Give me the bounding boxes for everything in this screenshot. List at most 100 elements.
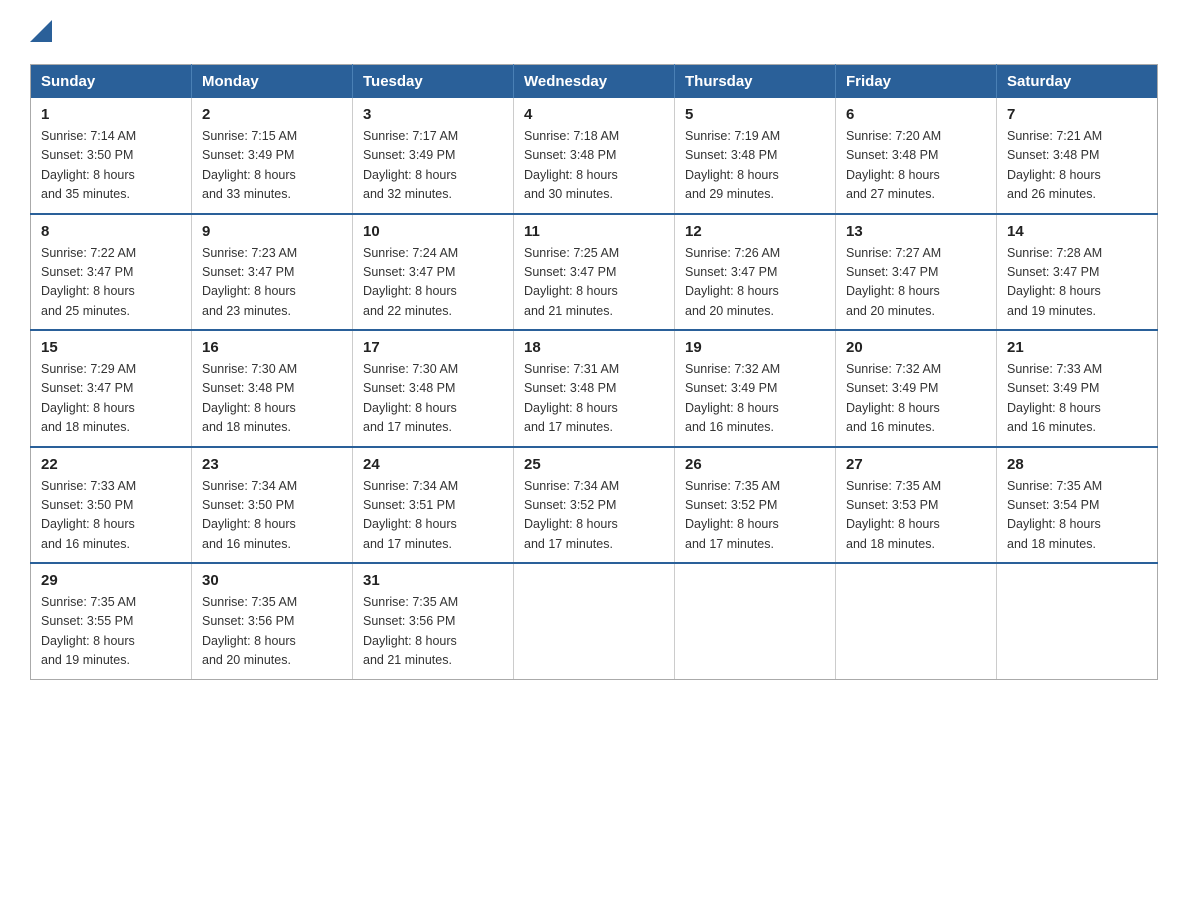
calendar-cell bbox=[997, 563, 1158, 679]
day-number: 12 bbox=[685, 223, 825, 240]
day-number: 6 bbox=[846, 106, 986, 123]
day-info: Sunrise: 7:35 AM Sunset: 3:53 PM Dayligh… bbox=[846, 477, 986, 555]
calendar-cell: 5 Sunrise: 7:19 AM Sunset: 3:48 PM Dayli… bbox=[675, 98, 836, 214]
day-number: 3 bbox=[363, 106, 503, 123]
day-number: 30 bbox=[202, 572, 342, 589]
day-info: Sunrise: 7:25 AM Sunset: 3:47 PM Dayligh… bbox=[524, 244, 664, 322]
header-thursday: Thursday bbox=[675, 65, 836, 99]
logo-icon bbox=[30, 20, 52, 42]
day-number: 17 bbox=[363, 339, 503, 356]
calendar-cell: 28 Sunrise: 7:35 AM Sunset: 3:54 PM Dayl… bbox=[997, 447, 1158, 564]
day-info: Sunrise: 7:18 AM Sunset: 3:48 PM Dayligh… bbox=[524, 127, 664, 205]
calendar-cell: 7 Sunrise: 7:21 AM Sunset: 3:48 PM Dayli… bbox=[997, 98, 1158, 214]
day-info: Sunrise: 7:20 AM Sunset: 3:48 PM Dayligh… bbox=[846, 127, 986, 205]
header-sunday: Sunday bbox=[31, 65, 192, 99]
calendar-body: 1 Sunrise: 7:14 AM Sunset: 3:50 PM Dayli… bbox=[31, 98, 1158, 679]
calendar-cell: 6 Sunrise: 7:20 AM Sunset: 3:48 PM Dayli… bbox=[836, 98, 997, 214]
day-number: 11 bbox=[524, 223, 664, 240]
header-row: SundayMondayTuesdayWednesdayThursdayFrid… bbox=[31, 65, 1158, 99]
day-info: Sunrise: 7:30 AM Sunset: 3:48 PM Dayligh… bbox=[363, 360, 503, 438]
day-info: Sunrise: 7:35 AM Sunset: 3:54 PM Dayligh… bbox=[1007, 477, 1147, 555]
day-info: Sunrise: 7:32 AM Sunset: 3:49 PM Dayligh… bbox=[846, 360, 986, 438]
calendar-cell: 31 Sunrise: 7:35 AM Sunset: 3:56 PM Dayl… bbox=[353, 563, 514, 679]
day-info: Sunrise: 7:21 AM Sunset: 3:48 PM Dayligh… bbox=[1007, 127, 1147, 205]
day-info: Sunrise: 7:27 AM Sunset: 3:47 PM Dayligh… bbox=[846, 244, 986, 322]
day-info: Sunrise: 7:14 AM Sunset: 3:50 PM Dayligh… bbox=[41, 127, 181, 205]
calendar-cell: 25 Sunrise: 7:34 AM Sunset: 3:52 PM Dayl… bbox=[514, 447, 675, 564]
calendar-cell: 29 Sunrise: 7:35 AM Sunset: 3:55 PM Dayl… bbox=[31, 563, 192, 679]
day-info: Sunrise: 7:34 AM Sunset: 3:52 PM Dayligh… bbox=[524, 477, 664, 555]
week-row-1: 1 Sunrise: 7:14 AM Sunset: 3:50 PM Dayli… bbox=[31, 98, 1158, 214]
day-info: Sunrise: 7:34 AM Sunset: 3:50 PM Dayligh… bbox=[202, 477, 342, 555]
week-row-5: 29 Sunrise: 7:35 AM Sunset: 3:55 PM Dayl… bbox=[31, 563, 1158, 679]
day-info: Sunrise: 7:33 AM Sunset: 3:50 PM Dayligh… bbox=[41, 477, 181, 555]
day-number: 19 bbox=[685, 339, 825, 356]
calendar-cell: 30 Sunrise: 7:35 AM Sunset: 3:56 PM Dayl… bbox=[192, 563, 353, 679]
day-info: Sunrise: 7:35 AM Sunset: 3:56 PM Dayligh… bbox=[202, 593, 342, 671]
week-row-3: 15 Sunrise: 7:29 AM Sunset: 3:47 PM Dayl… bbox=[31, 330, 1158, 447]
day-number: 20 bbox=[846, 339, 986, 356]
calendar-cell: 21 Sunrise: 7:33 AM Sunset: 3:49 PM Dayl… bbox=[997, 330, 1158, 447]
day-number: 23 bbox=[202, 456, 342, 473]
calendar-cell bbox=[514, 563, 675, 679]
calendar-cell bbox=[836, 563, 997, 679]
day-info: Sunrise: 7:23 AM Sunset: 3:47 PM Dayligh… bbox=[202, 244, 342, 322]
calendar-cell: 17 Sunrise: 7:30 AM Sunset: 3:48 PM Dayl… bbox=[353, 330, 514, 447]
day-number: 13 bbox=[846, 223, 986, 240]
calendar-cell: 12 Sunrise: 7:26 AM Sunset: 3:47 PM Dayl… bbox=[675, 214, 836, 331]
calendar-cell: 2 Sunrise: 7:15 AM Sunset: 3:49 PM Dayli… bbox=[192, 98, 353, 214]
calendar-cell: 27 Sunrise: 7:35 AM Sunset: 3:53 PM Dayl… bbox=[836, 447, 997, 564]
calendar-cell: 24 Sunrise: 7:34 AM Sunset: 3:51 PM Dayl… bbox=[353, 447, 514, 564]
day-number: 27 bbox=[846, 456, 986, 473]
calendar-cell: 22 Sunrise: 7:33 AM Sunset: 3:50 PM Dayl… bbox=[31, 447, 192, 564]
day-info: Sunrise: 7:35 AM Sunset: 3:56 PM Dayligh… bbox=[363, 593, 503, 671]
calendar-cell: 13 Sunrise: 7:27 AM Sunset: 3:47 PM Dayl… bbox=[836, 214, 997, 331]
calendar-cell bbox=[675, 563, 836, 679]
day-info: Sunrise: 7:35 AM Sunset: 3:55 PM Dayligh… bbox=[41, 593, 181, 671]
day-number: 18 bbox=[524, 339, 664, 356]
day-number: 14 bbox=[1007, 223, 1147, 240]
day-number: 5 bbox=[685, 106, 825, 123]
calendar-header: SundayMondayTuesdayWednesdayThursdayFrid… bbox=[31, 65, 1158, 99]
calendar-cell: 11 Sunrise: 7:25 AM Sunset: 3:47 PM Dayl… bbox=[514, 214, 675, 331]
day-info: Sunrise: 7:28 AM Sunset: 3:47 PM Dayligh… bbox=[1007, 244, 1147, 322]
day-info: Sunrise: 7:35 AM Sunset: 3:52 PM Dayligh… bbox=[685, 477, 825, 555]
day-info: Sunrise: 7:22 AM Sunset: 3:47 PM Dayligh… bbox=[41, 244, 181, 322]
week-row-2: 8 Sunrise: 7:22 AM Sunset: 3:47 PM Dayli… bbox=[31, 214, 1158, 331]
calendar-cell: 19 Sunrise: 7:32 AM Sunset: 3:49 PM Dayl… bbox=[675, 330, 836, 447]
header-friday: Friday bbox=[836, 65, 997, 99]
day-number: 21 bbox=[1007, 339, 1147, 356]
calendar-cell: 9 Sunrise: 7:23 AM Sunset: 3:47 PM Dayli… bbox=[192, 214, 353, 331]
day-info: Sunrise: 7:31 AM Sunset: 3:48 PM Dayligh… bbox=[524, 360, 664, 438]
day-number: 16 bbox=[202, 339, 342, 356]
calendar-cell: 20 Sunrise: 7:32 AM Sunset: 3:49 PM Dayl… bbox=[836, 330, 997, 447]
day-info: Sunrise: 7:24 AM Sunset: 3:47 PM Dayligh… bbox=[363, 244, 503, 322]
calendar-cell: 18 Sunrise: 7:31 AM Sunset: 3:48 PM Dayl… bbox=[514, 330, 675, 447]
day-info: Sunrise: 7:33 AM Sunset: 3:49 PM Dayligh… bbox=[1007, 360, 1147, 438]
day-info: Sunrise: 7:30 AM Sunset: 3:48 PM Dayligh… bbox=[202, 360, 342, 438]
day-number: 31 bbox=[363, 572, 503, 589]
day-number: 2 bbox=[202, 106, 342, 123]
day-number: 4 bbox=[524, 106, 664, 123]
logo bbox=[30, 20, 52, 44]
calendar-cell: 8 Sunrise: 7:22 AM Sunset: 3:47 PM Dayli… bbox=[31, 214, 192, 331]
header-wednesday: Wednesday bbox=[514, 65, 675, 99]
calendar-cell: 26 Sunrise: 7:35 AM Sunset: 3:52 PM Dayl… bbox=[675, 447, 836, 564]
day-info: Sunrise: 7:32 AM Sunset: 3:49 PM Dayligh… bbox=[685, 360, 825, 438]
day-info: Sunrise: 7:29 AM Sunset: 3:47 PM Dayligh… bbox=[41, 360, 181, 438]
day-number: 9 bbox=[202, 223, 342, 240]
day-number: 8 bbox=[41, 223, 181, 240]
calendar-cell: 1 Sunrise: 7:14 AM Sunset: 3:50 PM Dayli… bbox=[31, 98, 192, 214]
header-tuesday: Tuesday bbox=[353, 65, 514, 99]
day-info: Sunrise: 7:17 AM Sunset: 3:49 PM Dayligh… bbox=[363, 127, 503, 205]
week-row-4: 22 Sunrise: 7:33 AM Sunset: 3:50 PM Dayl… bbox=[31, 447, 1158, 564]
calendar-cell: 4 Sunrise: 7:18 AM Sunset: 3:48 PM Dayli… bbox=[514, 98, 675, 214]
day-number: 1 bbox=[41, 106, 181, 123]
calendar-cell: 10 Sunrise: 7:24 AM Sunset: 3:47 PM Dayl… bbox=[353, 214, 514, 331]
page-header bbox=[30, 20, 1158, 44]
header-monday: Monday bbox=[192, 65, 353, 99]
calendar-cell: 14 Sunrise: 7:28 AM Sunset: 3:47 PM Dayl… bbox=[997, 214, 1158, 331]
calendar-cell: 16 Sunrise: 7:30 AM Sunset: 3:48 PM Dayl… bbox=[192, 330, 353, 447]
day-number: 29 bbox=[41, 572, 181, 589]
day-number: 26 bbox=[685, 456, 825, 473]
